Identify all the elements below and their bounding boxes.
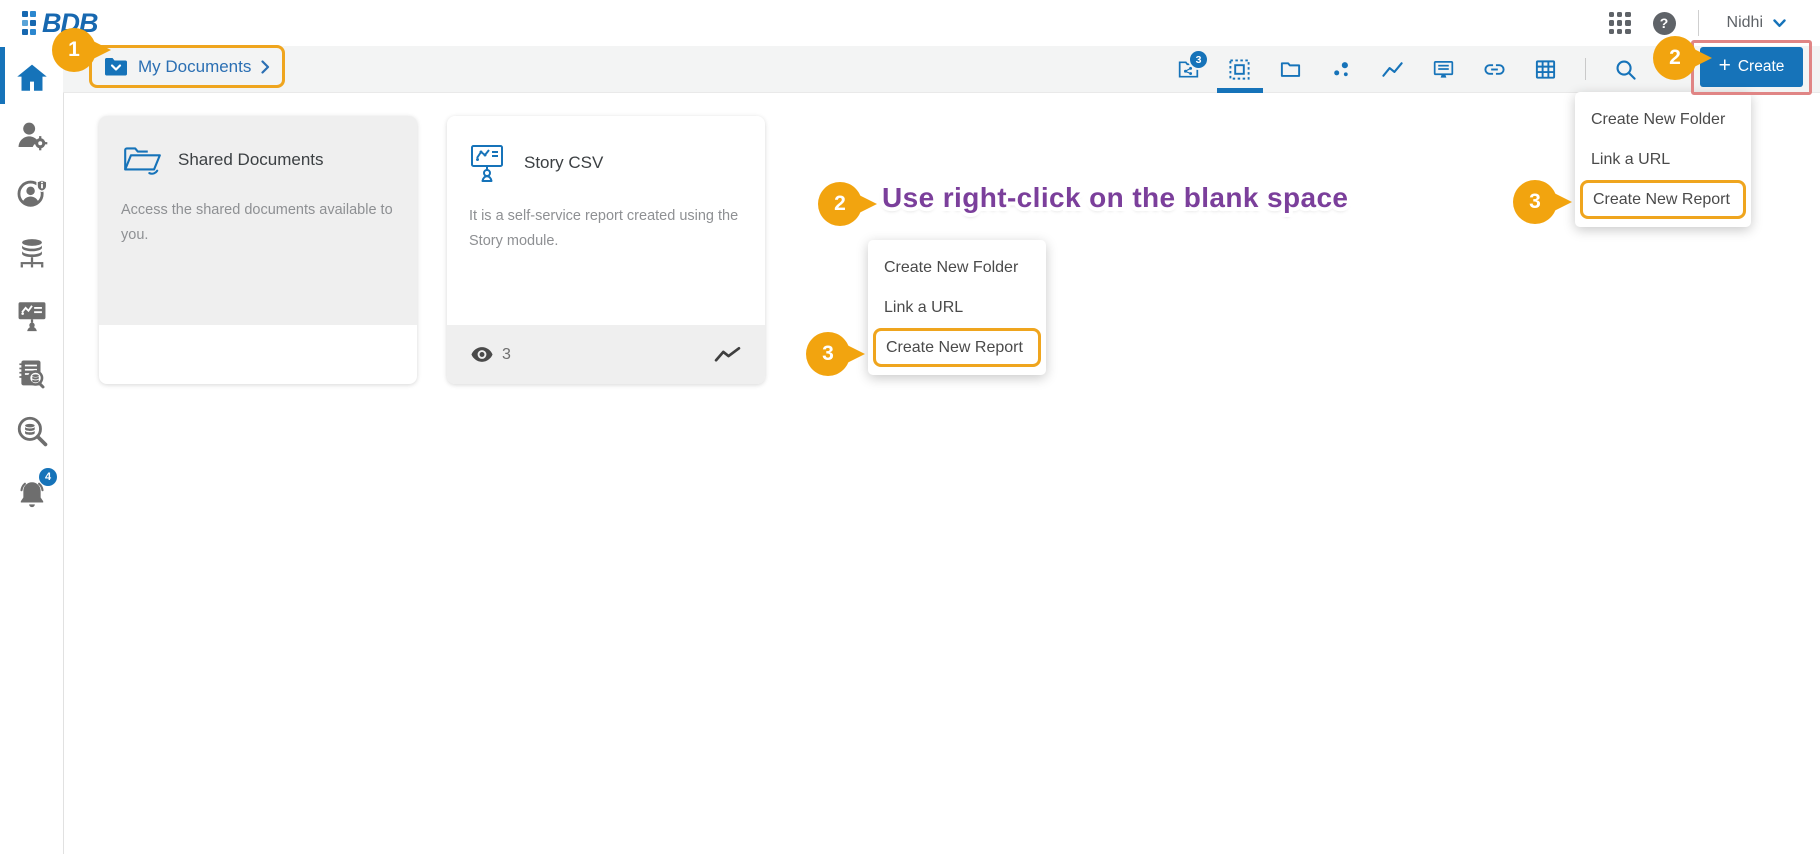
presentation-user-icon bbox=[15, 298, 49, 332]
top-bar-right: ? Nidhi bbox=[1609, 0, 1792, 46]
topbar-divider bbox=[1698, 10, 1699, 36]
tab-link[interactable] bbox=[1483, 46, 1506, 92]
annotation-step-2-create-badge: 2 bbox=[1653, 36, 1697, 80]
eye-icon bbox=[471, 347, 493, 362]
tab-overview-selected[interactable] bbox=[1228, 46, 1251, 92]
sidebar-item-user-settings[interactable] bbox=[0, 113, 63, 157]
annotation-step-3-create-badge: 3 bbox=[1513, 180, 1557, 224]
folder-icon bbox=[1279, 58, 1302, 81]
tab-table[interactable] bbox=[1534, 46, 1557, 92]
sidebar-item-report-search[interactable] bbox=[0, 352, 63, 396]
breadcrumb[interactable]: My Documents bbox=[89, 45, 285, 88]
card-story-csv[interactable]: Story CSV It is a self-service report cr… bbox=[447, 116, 765, 384]
plus-icon: + bbox=[1719, 54, 1731, 78]
card-title: Story CSV bbox=[524, 153, 603, 173]
trend-line-icon bbox=[1381, 58, 1404, 81]
menu-item-link-a-url[interactable]: Link a URL bbox=[868, 288, 1046, 328]
shared-count-badge: 3 bbox=[1188, 49, 1209, 70]
user-menu[interactable]: Nidhi bbox=[1721, 13, 1792, 33]
menu-item-create-new-report[interactable]: Create New Report bbox=[1580, 180, 1746, 219]
annotation-tip-text: Use right-click on the blank space Use r… bbox=[882, 182, 1348, 214]
tab-trend[interactable] bbox=[1381, 46, 1404, 92]
link-icon bbox=[1483, 58, 1506, 81]
home-icon bbox=[15, 61, 49, 95]
sidebar-item-business-story[interactable] bbox=[0, 293, 63, 337]
top-bar: BDB ? Nidhi bbox=[0, 0, 1820, 46]
create-button-label: Create bbox=[1738, 58, 1785, 76]
user-name: Nidhi bbox=[1727, 14, 1763, 32]
open-analysis-icon[interactable] bbox=[714, 346, 741, 363]
chevron-down-icon bbox=[1773, 19, 1786, 28]
views-count: 3 bbox=[471, 346, 511, 364]
table-grid-icon bbox=[1534, 58, 1557, 81]
sidebar-item-notifications[interactable]: 4 bbox=[0, 473, 63, 517]
story-report-icon bbox=[469, 142, 509, 184]
toolbar: 3 bbox=[1177, 46, 1688, 92]
monitor-list-icon bbox=[1432, 58, 1455, 81]
notifications-badge: 4 bbox=[39, 468, 57, 486]
annotation-step-3-badge: 3 bbox=[806, 332, 850, 376]
tab-folders[interactable] bbox=[1279, 46, 1302, 92]
sidebar-item-data-center[interactable] bbox=[0, 231, 63, 275]
toolbar-divider bbox=[1585, 58, 1586, 80]
user-shield-icon bbox=[15, 176, 49, 210]
sidebar-item-home[interactable] bbox=[0, 56, 63, 100]
sidebar-item-account-info[interactable] bbox=[0, 171, 63, 215]
tab-scatter[interactable] bbox=[1330, 46, 1353, 92]
breadcrumb-label: My Documents bbox=[138, 57, 251, 77]
menu-item-create-new-report[interactable]: Create New Report bbox=[873, 328, 1041, 367]
sidebar: 4 bbox=[0, 46, 64, 854]
apps-grid-icon[interactable] bbox=[1609, 12, 1631, 34]
sidebar-item-data-search[interactable] bbox=[0, 409, 63, 453]
help-icon[interactable]: ? bbox=[1653, 12, 1676, 35]
card-footer bbox=[99, 325, 417, 384]
context-menu: Create New Folder Link a URL Create New … bbox=[868, 240, 1046, 375]
create-dropdown-menu: Create New Folder Link a URL Create New … bbox=[1575, 92, 1751, 227]
database-network-icon bbox=[15, 236, 49, 270]
tab-shared-documents[interactable]: 3 bbox=[1177, 46, 1200, 92]
create-button[interactable]: + Create bbox=[1700, 47, 1803, 87]
menu-item-create-new-folder[interactable]: Create New Folder bbox=[1575, 100, 1751, 140]
annotation-tip-fill: Use right-click on the blank space bbox=[882, 182, 1348, 213]
annotation-step-1-badge: 1 bbox=[52, 28, 96, 72]
user-gear-icon bbox=[15, 118, 49, 152]
magnifier-database-icon bbox=[15, 414, 49, 448]
tab-board-list[interactable] bbox=[1432, 46, 1455, 92]
menu-item-create-new-folder[interactable]: Create New Folder bbox=[868, 248, 1046, 288]
bdb-app-window: BDB ? Nidhi bbox=[0, 0, 1820, 854]
card-title: Shared Documents bbox=[178, 150, 324, 170]
chevron-right-icon bbox=[261, 60, 270, 74]
menu-item-link-a-url[interactable]: Link a URL bbox=[1575, 140, 1751, 180]
search-icon bbox=[1614, 58, 1637, 81]
card-description: Access the shared documents available to… bbox=[99, 178, 417, 247]
card-description: It is a self-service report created usin… bbox=[447, 184, 765, 253]
card-footer: 3 bbox=[447, 325, 765, 384]
search-button[interactable] bbox=[1614, 46, 1637, 92]
document-magnifier-icon bbox=[15, 357, 49, 391]
shared-folder-icon bbox=[121, 142, 163, 178]
dashed-select-icon bbox=[1228, 58, 1251, 81]
card-shared-documents[interactable]: Shared Documents Access the shared docum… bbox=[99, 116, 417, 384]
annotation-step-2-badge: 2 bbox=[818, 182, 862, 226]
scatter-dots-icon bbox=[1330, 58, 1353, 81]
